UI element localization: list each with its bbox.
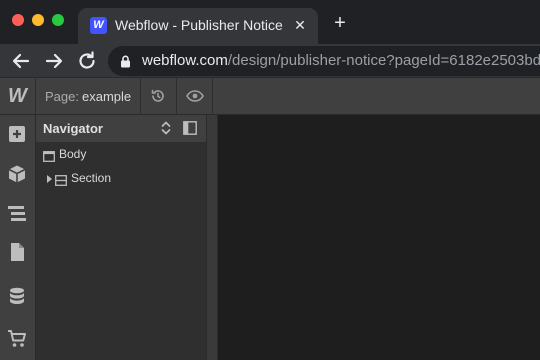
browser-tab-strip: W Webflow - Publisher Notice ✕ + <box>0 0 540 44</box>
reload-icon[interactable] <box>75 49 99 73</box>
pages-icon <box>11 243 24 261</box>
url-path: /design/publisher-notice?pageId=6182e250… <box>227 52 540 69</box>
preview-button[interactable] <box>177 78 213 114</box>
new-tab-button[interactable]: + <box>330 12 350 34</box>
left-toolbar <box>0 115 36 360</box>
body-icon <box>43 149 55 162</box>
tab-title: Webflow - Publisher Notice <box>115 17 283 33</box>
close-tab-icon[interactable]: ✕ <box>292 16 308 34</box>
navigator-tree: Body Section <box>36 143 206 360</box>
forward-arrow-icon[interactable] <box>42 49 66 73</box>
back-arrow-icon[interactable] <box>9 49 33 73</box>
webflow-favicon-icon: W <box>90 17 107 34</box>
page-selector-value: example <box>82 89 132 104</box>
cms-panel-button[interactable] <box>0 277 35 315</box>
lock-icon[interactable] <box>120 55 131 73</box>
history-button[interactable] <box>141 78 177 114</box>
tree-item-body[interactable]: Body <box>36 143 206 167</box>
url-host: webflow.com <box>142 52 228 69</box>
design-canvas[interactable] <box>218 115 540 360</box>
browser-tab-active[interactable]: W Webflow - Publisher Notice ✕ <box>78 8 318 44</box>
cms-icon <box>10 287 24 304</box>
page-selector[interactable]: Page: example <box>36 78 141 114</box>
dock-panel-icon[interactable] <box>183 121 197 135</box>
history-icon <box>151 89 164 102</box>
navigator-icon <box>8 206 26 221</box>
close-window-button[interactable] <box>12 14 24 26</box>
ecommerce-panel-button[interactable] <box>0 320 35 358</box>
url-text: webflow.com/design/publisher-notice?page… <box>142 52 540 69</box>
tree-item-section[interactable]: Section <box>36 167 206 191</box>
cart-icon <box>8 330 26 347</box>
section-icon <box>55 173 67 186</box>
expand-caret-icon[interactable] <box>47 175 52 183</box>
webflow-logo-icon[interactable]: W <box>0 78 36 114</box>
maximize-window-button[interactable] <box>52 14 64 26</box>
page-selector-label: Page: <box>45 89 79 104</box>
navigator-panel: Navigator Body Section <box>36 115 207 360</box>
components-icon <box>8 165 26 183</box>
minimize-window-button[interactable] <box>32 14 44 26</box>
address-bar[interactable]: webflow.com/design/publisher-notice?page… <box>108 46 540 76</box>
eye-icon <box>186 90 204 102</box>
canvas-gutter <box>207 115 218 360</box>
expand-collapse-icon[interactable] <box>160 120 172 136</box>
add-icon <box>9 126 25 142</box>
pages-panel-button[interactable] <box>0 233 35 271</box>
browser-toolbar: webflow.com/design/publisher-notice?page… <box>0 44 540 78</box>
navigator-title: Navigator <box>43 121 103 136</box>
navigator-panel-button[interactable] <box>0 194 35 232</box>
tree-item-label: Body <box>59 147 87 161</box>
navigator-header: Navigator <box>36 115 206 143</box>
add-panel-button[interactable] <box>0 115 35 153</box>
tree-item-label: Section <box>71 171 112 185</box>
designer-topbar: W Page: example <box>0 78 540 115</box>
components-panel-button[interactable] <box>0 155 35 193</box>
